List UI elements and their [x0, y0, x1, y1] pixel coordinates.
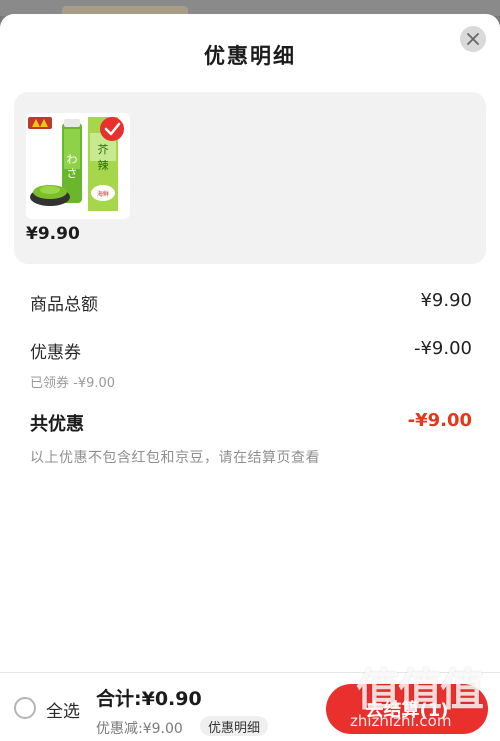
select-all-label[interactable]: 全选: [46, 697, 80, 722]
product-image[interactable]: わ さ 芥 辣 海鲜: [26, 113, 130, 219]
total-discount-row: 共优惠 -¥9.00: [30, 410, 472, 438]
goods-total-value: ¥9.90: [420, 290, 472, 311]
goods-total-row: 商品总额 ¥9.90: [30, 290, 472, 318]
svg-text:辣: 辣: [98, 158, 109, 172]
sheet-title: 优惠明细: [204, 44, 296, 68]
coupon-label: 优惠券: [30, 343, 81, 363]
checkout-button[interactable]: 去结算(1): [326, 684, 488, 734]
total-discount-value: -¥9.00: [407, 410, 472, 431]
total-discount-label: 共优惠: [30, 414, 84, 435]
svg-text:海鲜: 海鲜: [97, 190, 109, 198]
svg-text:さ: さ: [67, 167, 78, 180]
checkout-bar: 全选 合计:¥0.90 优惠减:¥9.00 优惠明细 去结算(1): [0, 672, 500, 741]
order-discount: 优惠减:¥9.00: [96, 721, 183, 737]
coupon-value: -¥9.00: [413, 338, 472, 359]
close-icon: [467, 33, 479, 45]
svg-text:わ: わ: [67, 153, 78, 166]
goods-total-label: 商品总额: [30, 295, 98, 315]
close-button[interactable]: [460, 26, 486, 52]
product-price: ¥9.90: [26, 224, 80, 244]
discount-note: 以上优惠不包含红包和京豆，请在结算页查看: [30, 450, 320, 466]
coupon-sub-note: 已领券 -¥9.00: [30, 376, 116, 391]
discount-detail-sheet: 优惠明细 わ さ 芥 辣 海鲜 ¥9.90 商品总额 ¥9.90 优惠券 -¥9…: [0, 14, 500, 741]
select-all-checkbox[interactable]: [14, 697, 36, 719]
product-card: わ さ 芥 辣 海鲜 ¥9.90: [14, 92, 486, 264]
wasabi-product-illustration: わ さ 芥 辣 海鲜: [26, 113, 130, 219]
discount-detail-chip[interactable]: 优惠明细: [200, 716, 269, 736]
order-total: 合计:¥0.90: [96, 688, 202, 710]
coupon-row: 优惠券 -¥9.00: [30, 338, 472, 366]
svg-text:芥: 芥: [98, 143, 109, 156]
